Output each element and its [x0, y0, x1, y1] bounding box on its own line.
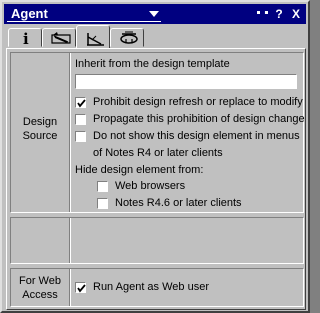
prohibit-refresh-label: Prohibit design refresh or replace to mo… — [93, 96, 303, 108]
hide-in-menus-label-line1: Do not show this design element in menus — [93, 130, 300, 142]
tab-design[interactable] — [42, 28, 76, 47]
run-as-web-user-label: Run Agent as Web user — [93, 281, 209, 293]
window-title: Agent — [11, 6, 48, 21]
design-source-label-line2: Source — [22, 130, 58, 142]
design-source-label-line1: Design — [22, 116, 58, 128]
tab-panel: Design Source Inherit from the design te… — [6, 48, 306, 310]
tab-security[interactable] — [110, 28, 144, 47]
hide-web-browsers-label: Web browsers — [115, 180, 186, 192]
section-divider — [69, 269, 71, 306]
hide-in-menus-checkbox[interactable] — [75, 131, 86, 142]
web-access-label-line1: For Web — [19, 275, 61, 287]
info-icon: i — [23, 31, 29, 45]
hide-notes-r46-label: Notes R4.6 or later clients — [115, 197, 242, 209]
svg-text:i: i — [23, 31, 29, 45]
propagate-prohibition-checkbox[interactable] — [75, 114, 86, 125]
design-source-icon — [87, 33, 104, 46]
web-access-section: For Web Access Run Agent as Web user — [10, 268, 304, 307]
close-icon[interactable]: X — [289, 6, 303, 22]
tab-strip: i — [4, 24, 306, 48]
hide-in-menus-label-line2: of Notes R4 or later clients — [93, 147, 223, 159]
web-access-label-line2: Access — [22, 289, 58, 301]
key-icon — [120, 31, 138, 44]
section-divider — [69, 53, 71, 212]
empty-section — [10, 217, 304, 264]
inherit-template-label: Inherit from the design template — [75, 58, 230, 70]
check-icon — [77, 99, 86, 108]
tab-design-source[interactable] — [76, 25, 110, 48]
hide-notes-r46-checkbox[interactable] — [97, 198, 108, 209]
check-icon — [77, 284, 86, 293]
title-bar: Agent ? X — [4, 4, 306, 24]
inherit-template-input[interactable] — [75, 74, 297, 89]
tab-info[interactable]: i — [8, 28, 42, 47]
section-divider — [69, 218, 71, 263]
run-as-web-user-checkbox[interactable] — [75, 282, 86, 293]
design-source-label: Design Source — [11, 115, 69, 143]
design-icon — [51, 32, 71, 44]
propagate-prohibition-label: Propagate this prohibition of design cha… — [93, 113, 305, 125]
design-source-section: Design Source Inherit from the design te… — [10, 52, 305, 213]
agent-properties-window: Agent ? X i Design Source Inherit from t… — [0, 0, 310, 313]
prohibit-refresh-checkbox[interactable] — [75, 97, 86, 108]
menu-icon[interactable] — [255, 6, 269, 22]
help-icon[interactable]: ? — [272, 6, 286, 22]
web-access-label: For Web Access — [11, 274, 69, 302]
chevron-down-icon — [149, 11, 159, 17]
hide-web-browsers-checkbox[interactable] — [97, 181, 108, 192]
properties-type-dropdown[interactable]: Agent — [7, 6, 161, 22]
hide-from-label: Hide design element from: — [75, 164, 204, 176]
